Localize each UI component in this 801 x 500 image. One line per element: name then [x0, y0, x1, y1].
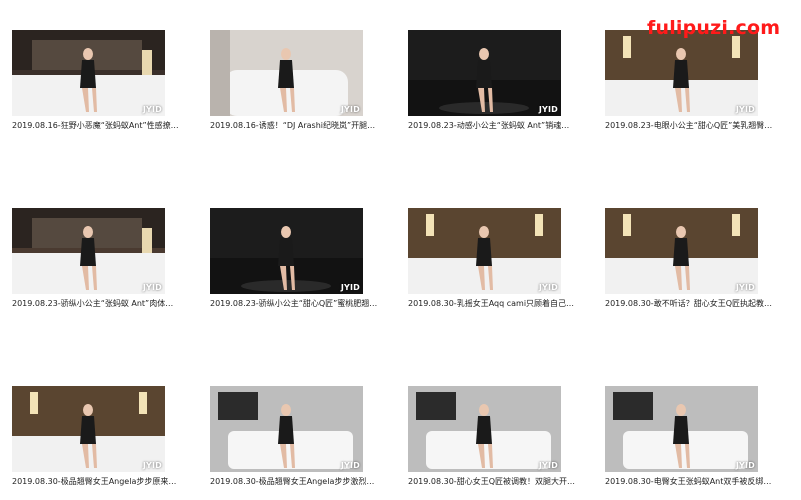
- thumbnail-image[interactable]: JYID: [605, 30, 758, 116]
- thumbnail-caption[interactable]: 2019.08.30-敢不听话？甜心女王Q匠执起教鞭...: [605, 297, 773, 311]
- thumbnail-caption[interactable]: 2019.08.23-骄纵小公主“甜心Q匠”蜜桃肥翘极...: [210, 297, 378, 311]
- thumbnail-image[interactable]: JYID: [210, 30, 363, 116]
- jvid-logo: JYID: [142, 105, 162, 114]
- thumbnail-item[interactable]: JYID 2019.08.23-骄纵小公主“张蚂蚁 Ant”肉体开撩...: [12, 208, 180, 318]
- thumbnail-image[interactable]: JYID: [605, 208, 758, 294]
- thumbnail-image[interactable]: JYID: [408, 30, 561, 116]
- thumbnail-caption[interactable]: 2019.08.30-甜心女王Q匠被调教！双腿大开翘...: [408, 475, 576, 489]
- thumbnail-item[interactable]: JYID 2019.08.30-乳摇女王Aqq cami只顾着自己揉...: [408, 208, 576, 318]
- thumbnail-image[interactable]: JYID: [12, 30, 165, 116]
- jvid-logo: JYID: [735, 283, 755, 292]
- thumbnail-image[interactable]: JYID: [12, 386, 165, 472]
- jvid-logo: JYID: [340, 105, 360, 114]
- thumbnail-item[interactable]: JYID 2019.08.30-电臀女王张蚂蚁Ant双手被反绑只...: [605, 386, 773, 496]
- thumbnail-image[interactable]: JYID: [605, 386, 758, 472]
- thumbnail-caption[interactable]: 2019.08.30-电臀女王张蚂蚁Ant双手被反绑只...: [605, 475, 773, 489]
- thumbnail-caption[interactable]: 2019.08.23-动感小公主“张蚂蚁 Ant”销魂小狗...: [408, 119, 576, 133]
- jvid-logo: JYID: [340, 461, 360, 470]
- thumbnail-item[interactable]: JYID 2019.08.16-狂野小恶魔“张蚂蚁Ant”性感撩人...: [12, 30, 180, 140]
- thumbnail-caption[interactable]: 2019.08.30-乳摇女王Aqq cami只顾着自己揉...: [408, 297, 576, 311]
- jvid-logo: JYID: [538, 283, 558, 292]
- jvid-logo: JYID: [538, 105, 558, 114]
- thumbnail-caption[interactable]: 2019.08.23-骄纵小公主“张蚂蚁 Ant”肉体开撩...: [12, 297, 180, 311]
- thumbnail-caption[interactable]: 2019.08.30-极品翘臀女王Angela步步激烈自...: [210, 475, 378, 489]
- thumbnail-item[interactable]: JYID 2019.08.23-骄纵小公主“甜心Q匠”蜜桃肥翘极...: [210, 208, 378, 318]
- jvid-logo: JYID: [735, 105, 755, 114]
- thumbnail-item[interactable]: JYID 2019.08.30-极品翘臀女王Angela步步激烈自...: [210, 386, 378, 496]
- thumbnail-image[interactable]: JYID: [210, 208, 363, 294]
- thumbnail-image[interactable]: JYID: [408, 208, 561, 294]
- jvid-logo: JYID: [142, 461, 162, 470]
- thumbnail-grid: JYID 2019.08.16-狂野小恶魔“张蚂蚁Ant”性感撩人... JYID 2…: [0, 0, 801, 500]
- jvid-logo: JYID: [340, 283, 360, 292]
- thumbnail-image[interactable]: JYID: [12, 208, 165, 294]
- thumbnail-item[interactable]: JYID 2019.08.16-诱惑！“DJ Arashi纪晓岚”开腿狂...: [210, 30, 378, 140]
- site-watermark: fulipuzi.com: [647, 17, 781, 39]
- thumbnail-item[interactable]: JYID 2019.08.30-极品翘臀女王Angela步步原来是...: [12, 386, 180, 496]
- thumbnail-caption[interactable]: 2019.08.16-诱惑！“DJ Arashi纪晓岚”开腿狂...: [210, 119, 378, 133]
- thumbnail-image[interactable]: JYID: [408, 386, 561, 472]
- thumbnail-item[interactable]: JYID 2019.08.30-甜心女王Q匠被调教！双腿大开翘...: [408, 386, 576, 496]
- thumbnail-image[interactable]: JYID: [210, 386, 363, 472]
- thumbnail-caption[interactable]: 2019.08.30-极品翘臀女王Angela步步原来是...: [12, 475, 180, 489]
- jvid-logo: JYID: [142, 283, 162, 292]
- jvid-logo: JYID: [538, 461, 558, 470]
- thumbnail-caption[interactable]: 2019.08.23-电眼小公主“甜心Q匠”美乳翘臀狂...: [605, 119, 773, 133]
- jvid-logo: JYID: [735, 461, 755, 470]
- thumbnail-item[interactable]: JYID 2019.08.30-敢不听话？甜心女王Q匠执起教鞭...: [605, 208, 773, 318]
- thumbnail-item[interactable]: JYID 2019.08.23-动感小公主“张蚂蚁 Ant”销魂小狗...: [408, 30, 576, 140]
- thumbnail-caption[interactable]: 2019.08.16-狂野小恶魔“张蚂蚁Ant”性感撩人...: [12, 119, 180, 133]
- thumbnail-item[interactable]: JYID 2019.08.23-电眼小公主“甜心Q匠”美乳翘臀狂...: [605, 30, 773, 140]
